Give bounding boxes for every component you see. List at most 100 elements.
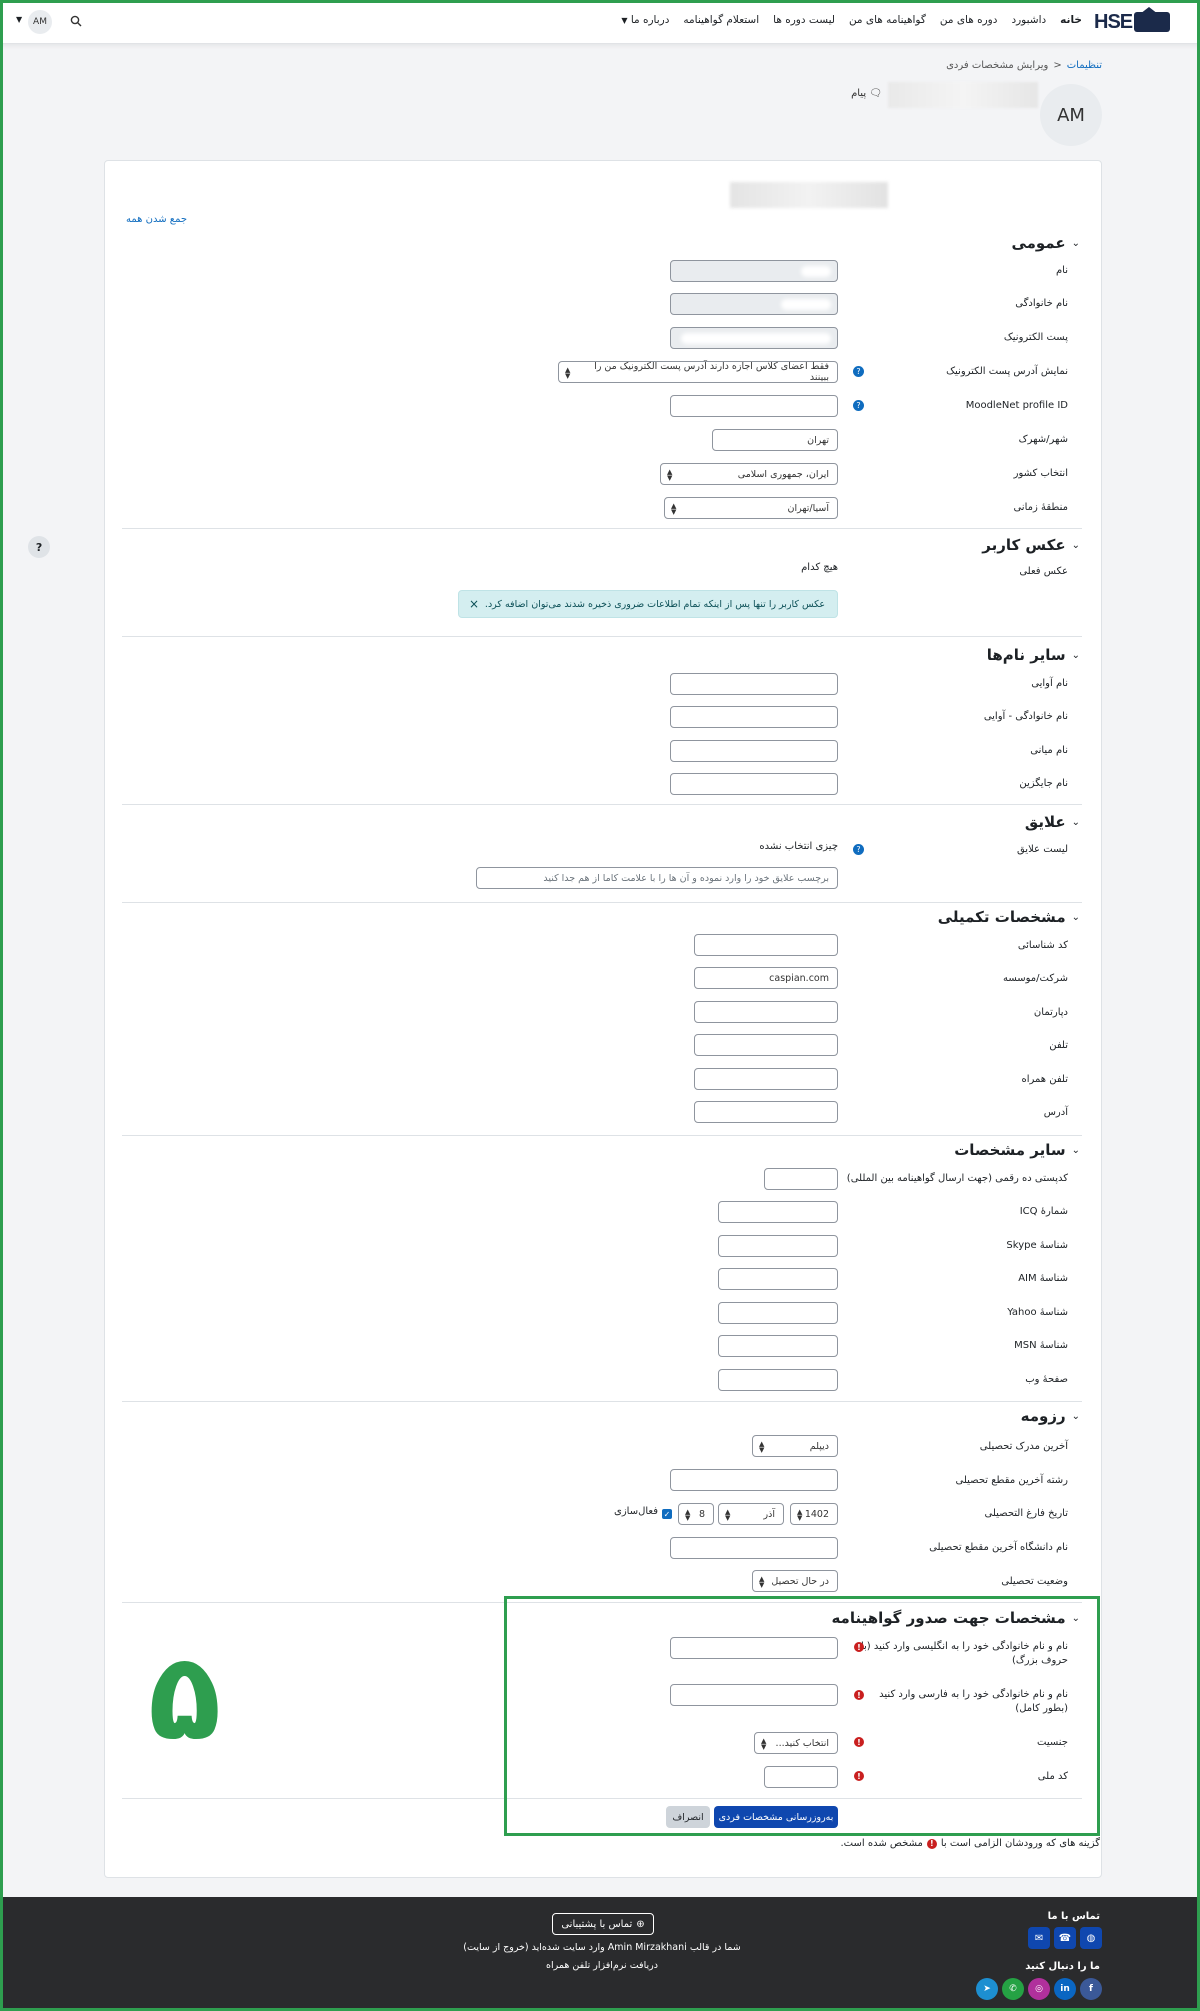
middle-name-input[interactable]: [670, 740, 838, 762]
section-general[interactable]: ⌄ عمومی: [1011, 234, 1080, 252]
mobile-app-link[interactable]: دریافت نرم‌افزار تلفن همراه: [402, 1960, 802, 1971]
nav-item-my-certificates[interactable]: گواهینامه های من: [849, 14, 926, 26]
last-degree-select[interactable]: دیپلم ▲ ▼: [752, 1435, 838, 1457]
user-menu-avatar[interactable]: AM: [28, 10, 52, 34]
redacted-value: [801, 266, 831, 277]
label-postal-code: کدپستی ده رقمی (جهت ارسال گواهینامه بین …: [846, 1173, 1068, 1184]
alternate-name-input[interactable]: [670, 773, 838, 795]
nav-item-about[interactable]: درباره ما ▼: [621, 14, 669, 26]
breadcrumb-current: ویرایش مشخصات فردی: [946, 60, 1049, 71]
label-phonetic-first: نام آوایی: [1031, 678, 1068, 689]
mail-icon[interactable]: ✉: [1028, 1927, 1050, 1949]
whatsapp-icon[interactable]: ✆: [1002, 1978, 1024, 2000]
nav-item-home[interactable]: خانه: [1060, 14, 1082, 26]
graduation-month-select[interactable]: آذر ▲ ▼: [718, 1503, 784, 1525]
select-arrows-icon: ▲ ▼: [797, 1508, 803, 1522]
email-input[interactable]: [670, 327, 838, 349]
email-display-select[interactable]: فقط اعضای کلاس اجازه دارند آدرس پست الکت…: [558, 361, 838, 383]
education-status-select[interactable]: در حال تحصیل ▲ ▼: [752, 1570, 838, 1592]
nav-item-certificate-inquiry[interactable]: استعلام گواهینامه: [683, 14, 759, 26]
department-input[interactable]: [694, 1001, 838, 1023]
message-link[interactable]: 🗨 پیام: [851, 88, 882, 99]
interests-input[interactable]: برچسب علایق خود را وارد نموده و آن ها را…: [476, 867, 838, 889]
phonetic-last-input[interactable]: [670, 706, 838, 728]
graduation-day-select[interactable]: 8 ▲ ▼: [678, 1503, 714, 1525]
country-select[interactable]: ایران، جمهوری اسلامی ▲ ▼: [660, 463, 838, 485]
help-icon[interactable]: ?: [853, 844, 864, 855]
section-divider: [122, 528, 1082, 529]
collapse-all-link[interactable]: جمع شدن همه: [126, 214, 187, 225]
last-name-input[interactable]: [670, 293, 838, 315]
label-middle-name: نام میانی: [1030, 745, 1068, 756]
section-interests[interactable]: ⌄ علایق: [1025, 813, 1080, 831]
chevron-down-icon[interactable]: ▼: [16, 15, 22, 24]
section-optional[interactable]: ⌄ مشخصات تکمیلی: [938, 908, 1080, 926]
top-navbar: HSE خانه داشبورد دوره های من گواهینامه ه…: [0, 0, 1200, 44]
breadcrumb-separator: <: [1053, 60, 1062, 71]
chevron-down-icon: ⌄: [1071, 649, 1080, 661]
first-name-input[interactable]: [670, 260, 838, 282]
chevron-down-icon: ⌄: [1071, 816, 1080, 828]
section-divider: [122, 1401, 1082, 1402]
close-icon[interactable]: ×: [469, 597, 479, 611]
graduation-cap-icon: [1134, 7, 1170, 32]
chat-bubble-icon: 🗨: [869, 88, 882, 99]
id-number-input[interactable]: [694, 934, 838, 956]
chevron-down-icon: ⌄: [1071, 1410, 1080, 1422]
skype-input[interactable]: [718, 1235, 838, 1257]
institution-input[interactable]: caspian.com: [694, 967, 838, 989]
globe-icon[interactable]: ◍: [1080, 1927, 1102, 1949]
phonetic-first-input[interactable]: [670, 673, 838, 695]
required-note-after: مشخص شده است.: [840, 1838, 923, 1849]
logged-in-info[interactable]: شما در قالب Amin Mirzakhani وارد سایت شد…: [402, 1942, 802, 1953]
linkedin-icon[interactable]: in: [1054, 1978, 1076, 2000]
select-arrows-icon: ▲ ▼: [565, 366, 571, 380]
aim-input[interactable]: [718, 1268, 838, 1290]
section-user-picture[interactable]: ⌄ عکس کاربر: [982, 536, 1080, 554]
current-picture-value: هیچ کدام: [801, 562, 838, 573]
instagram-icon[interactable]: ◎: [1028, 1978, 1050, 2000]
university-input[interactable]: [670, 1537, 838, 1559]
section-resume-title: رزومه: [1020, 1407, 1066, 1425]
telegram-icon[interactable]: ➤: [976, 1978, 998, 2000]
section-other-info[interactable]: ⌄ سایر مشخصات: [954, 1141, 1080, 1159]
site-logo[interactable]: HSE: [1094, 7, 1170, 34]
nav-item-course-list[interactable]: لیست دوره ها: [773, 14, 835, 26]
label-email-display: نمایش آدرس پست الکترونیک: [946, 366, 1068, 377]
help-icon[interactable]: ?: [853, 366, 864, 377]
search-icon[interactable]: [70, 15, 82, 27]
facebook-icon[interactable]: f: [1080, 1978, 1102, 2000]
section-other-names[interactable]: ⌄ سایر نام‌ها: [987, 646, 1080, 664]
message-label: پیام: [851, 88, 867, 99]
phone-icon[interactable]: ☎: [1054, 1927, 1076, 1949]
nav-item-my-courses[interactable]: دوره های من: [940, 14, 998, 26]
label-interests: لیست علایق: [1016, 844, 1068, 855]
enable-date-checkbox[interactable]: ✓: [662, 1509, 672, 1519]
address-input[interactable]: [694, 1101, 838, 1123]
interests-placeholder: برچسب علایق خود را وارد نموده و آن ها را…: [543, 872, 829, 884]
label-id-number: کد شناسائی: [1017, 940, 1068, 951]
section-divider: [122, 1135, 1082, 1136]
moodlenet-input[interactable]: [670, 395, 838, 417]
timezone-select[interactable]: آسیا/تهران ▲ ▼: [664, 497, 838, 519]
field-of-study-input[interactable]: [670, 1469, 838, 1491]
graduation-year-select[interactable]: 1402 ▲ ▼: [790, 1503, 838, 1525]
yahoo-input[interactable]: [718, 1302, 838, 1324]
nav-item-dashboard[interactable]: داشبورد: [1011, 14, 1046, 26]
help-icon[interactable]: ?: [853, 400, 864, 411]
breadcrumb-settings[interactable]: تنظیمات: [1067, 60, 1102, 71]
phone-input[interactable]: [694, 1034, 838, 1056]
select-arrows-icon: ▲ ▼: [759, 1575, 765, 1589]
city-input[interactable]: تهران: [712, 429, 838, 451]
web-page-input[interactable]: [718, 1369, 838, 1391]
logo-text: HSE: [1094, 10, 1133, 33]
graduation-year-value: 1402: [804, 1508, 829, 1520]
icq-input[interactable]: [718, 1201, 838, 1223]
postal-code-input[interactable]: [764, 1168, 838, 1190]
section-resume[interactable]: ⌄ رزومه: [1021, 1407, 1080, 1425]
graduation-day-value: 8: [698, 1508, 705, 1520]
mobile-input[interactable]: [694, 1068, 838, 1090]
msn-input[interactable]: [718, 1335, 838, 1357]
help-button[interactable]: ?: [28, 536, 50, 558]
contact-support-button[interactable]: ⊕ تماس با پشتیبانی: [552, 1913, 654, 1935]
